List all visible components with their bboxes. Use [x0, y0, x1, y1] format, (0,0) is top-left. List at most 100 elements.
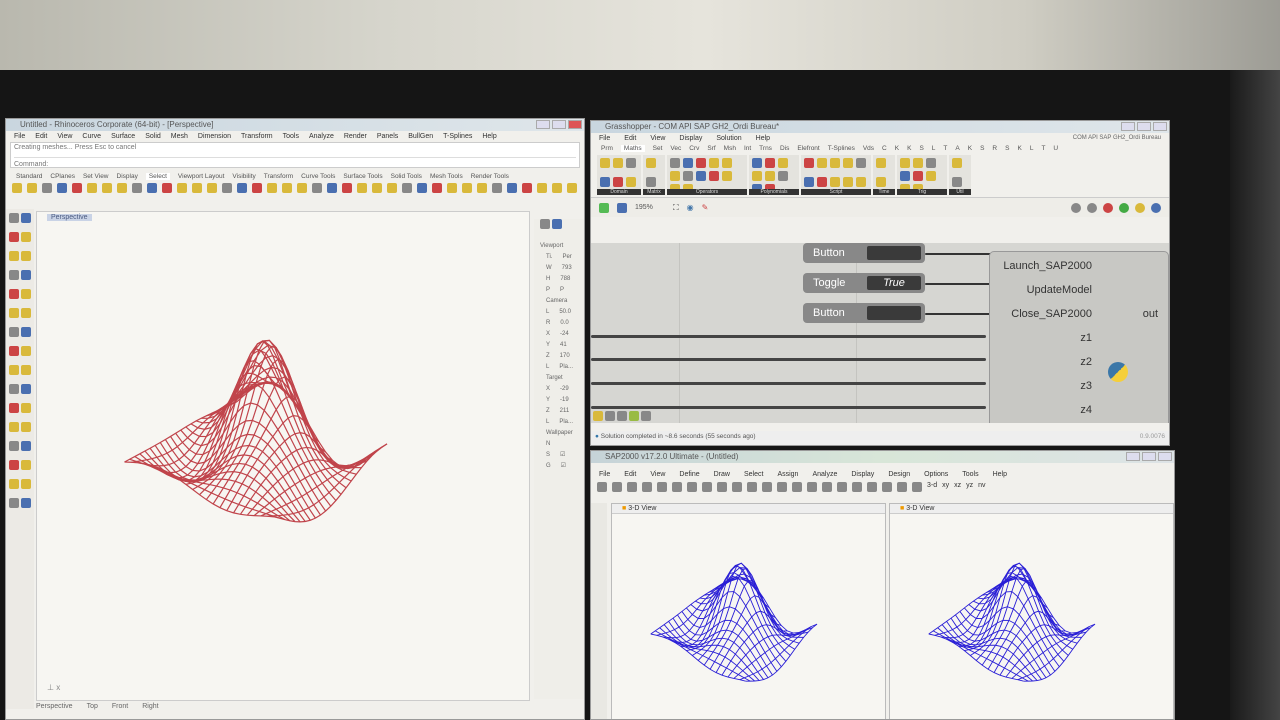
tab-t[interactable]: T	[1041, 145, 1045, 152]
component-icon[interactable]	[752, 171, 762, 181]
toolbar-tool-icon[interactable]	[207, 183, 217, 193]
component-icon[interactable]	[709, 158, 719, 168]
menu-item-design[interactable]: Design	[888, 471, 910, 478]
toolbar-tool-icon[interactable]	[372, 183, 382, 193]
tool-icon[interactable]	[9, 441, 19, 451]
maximize-button[interactable]	[552, 120, 566, 129]
component-icon[interactable]	[830, 176, 840, 187]
tool-icon[interactable]	[21, 460, 31, 470]
toolbar-tool-icon[interactable]	[237, 183, 247, 193]
tool-icon[interactable]	[9, 289, 19, 299]
menu-item-file[interactable]: File	[599, 471, 610, 478]
menu-item-options[interactable]: Options	[924, 471, 948, 478]
new-file-icon[interactable]	[599, 202, 609, 213]
toolbar-tool-icon[interactable]	[162, 183, 172, 193]
minimize-button[interactable]	[1121, 122, 1135, 131]
tab-cplanes[interactable]: CPlanes	[50, 173, 75, 180]
minimize-button[interactable]	[1126, 452, 1140, 461]
menu-item-transform[interactable]: Transform	[241, 133, 273, 140]
toolbar-tool-icon[interactable]	[147, 183, 157, 193]
menu-item-analyze[interactable]: Analyze	[309, 133, 334, 140]
toolbar-tool-icon[interactable]	[762, 482, 772, 492]
tab-c[interactable]: C	[882, 145, 887, 152]
tab-set[interactable]: Set	[653, 145, 663, 152]
tab-solid-tools[interactable]: Solid Tools	[391, 173, 422, 180]
tab-l[interactable]: L	[1030, 145, 1034, 152]
toolbar-tool-icon[interactable]	[852, 482, 862, 492]
globe-icon[interactable]	[1151, 202, 1161, 213]
component-toggle[interactable]: Toggle True	[803, 273, 925, 293]
tab-u[interactable]: U	[1053, 145, 1058, 152]
menu-item-edit[interactable]: Edit	[35, 133, 47, 140]
menu-item-mesh[interactable]: Mesh	[171, 133, 188, 140]
component-icon[interactable]	[722, 171, 732, 181]
component-icon[interactable]	[856, 176, 866, 187]
component-button[interactable]: Button	[803, 303, 925, 323]
compass-icon[interactable]	[605, 411, 615, 421]
tab-surface-tools[interactable]: Surface Tools	[343, 173, 382, 180]
component-icon[interactable]	[952, 158, 962, 168]
menu-item-draw[interactable]: Draw	[714, 471, 730, 478]
tab-k[interactable]: K	[907, 145, 911, 152]
wallpaper-2-value[interactable]: ☑	[561, 463, 566, 469]
tab-dis[interactable]: Dis	[780, 145, 789, 152]
toolbar-tool-icon[interactable]	[627, 482, 637, 492]
toolbar-tool-icon[interactable]	[312, 183, 322, 193]
toolbar-tool-icon[interactable]	[597, 482, 607, 492]
tool-icon[interactable]	[9, 498, 19, 508]
menu-item-edit[interactable]: Edit	[624, 471, 636, 478]
tab-render-tools[interactable]: Render Tools	[471, 173, 509, 180]
input-z3[interactable]: z3	[1080, 380, 1092, 392]
tab-vec[interactable]: Vec	[670, 145, 681, 152]
command-input[interactable]	[48, 158, 548, 166]
component-icon[interactable]	[752, 158, 762, 168]
camera-2-value[interactable]: -24	[560, 331, 569, 337]
component-icon[interactable]	[804, 158, 814, 168]
component-icon[interactable]	[900, 158, 910, 168]
menu-item-view[interactable]: View	[650, 135, 665, 142]
menu-item-edit[interactable]: Edit	[624, 135, 636, 142]
menu-item-file[interactable]: File	[14, 133, 25, 140]
toolbar-tool-icon[interactable]	[387, 183, 397, 193]
toolbar-tool-icon[interactable]	[822, 482, 832, 492]
tab-s[interactable]: S	[919, 145, 923, 152]
tool-icon[interactable]	[21, 422, 31, 432]
tool-icon[interactable]	[9, 232, 19, 242]
tab-set-view[interactable]: Set View	[83, 173, 109, 180]
tab-l[interactable]: L	[932, 145, 936, 152]
pin-icon[interactable]	[617, 411, 627, 421]
sketch-icon[interactable]: ✎	[702, 203, 709, 212]
component-icon[interactable]	[900, 171, 910, 181]
component-icon[interactable]	[696, 158, 706, 168]
toolbar-tool-icon[interactable]	[132, 183, 142, 193]
menu-item-help[interactable]: Help	[993, 471, 1007, 478]
camera-3-value[interactable]: 41	[560, 342, 567, 348]
target-1-value[interactable]: -19	[560, 397, 569, 403]
toolbar-tool-icon[interactable]	[282, 183, 292, 193]
tab-display[interactable]: Display	[117, 173, 138, 180]
toolbar-tool-icon[interactable]	[327, 183, 337, 193]
toolbar-tool-icon[interactable]	[687, 482, 697, 492]
toolbar-tool-icon[interactable]	[342, 183, 352, 193]
menu-item-file[interactable]: File	[599, 135, 610, 142]
viewport-tab-top[interactable]: Top	[87, 703, 98, 710]
tool-icon[interactable]	[21, 479, 31, 489]
tab-curve-tools[interactable]: Curve Tools	[301, 173, 335, 180]
component-icon[interactable]	[670, 171, 680, 181]
component-icon[interactable]	[613, 158, 623, 168]
toolbar-tool-icon[interactable]	[42, 183, 52, 193]
component-icon[interactable]	[670, 158, 680, 168]
tool-icon[interactable]	[9, 327, 19, 337]
3d-view-right[interactable]: ■ 3-D View	[889, 503, 1174, 719]
tool-icon[interactable]	[21, 251, 31, 261]
document-preview-icon[interactable]	[1135, 202, 1145, 213]
toolbar-tool-icon[interactable]	[447, 183, 457, 193]
toolbar-tool-icon[interactable]	[672, 482, 682, 492]
camera-4-value[interactable]: 170	[560, 353, 570, 359]
menu-item-bullgen[interactable]: BullGen	[408, 133, 433, 140]
component-icon[interactable]	[843, 176, 853, 187]
view-xz[interactable]: xz	[954, 482, 961, 492]
toolbar-tool-icon[interactable]	[702, 482, 712, 492]
tab-int[interactable]: Int	[744, 145, 751, 152]
projection-value[interactable]: P	[560, 287, 564, 293]
